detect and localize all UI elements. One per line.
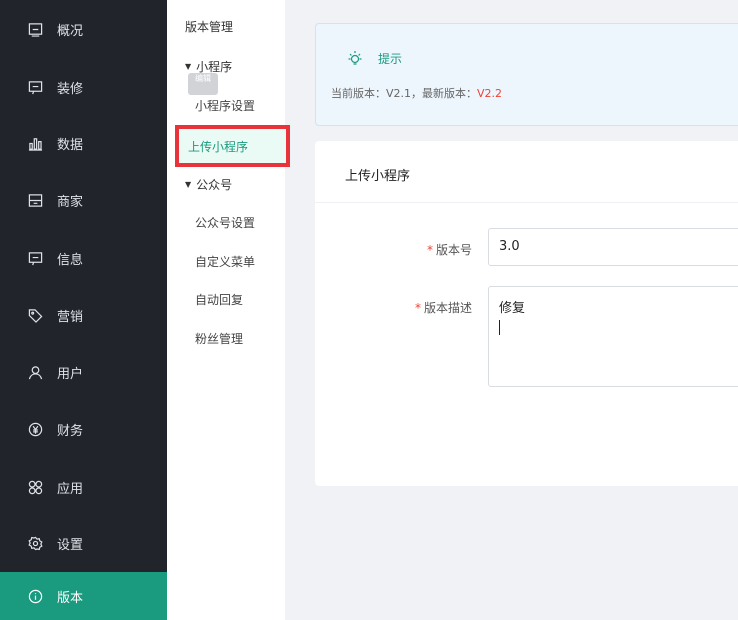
- store-icon: [27, 192, 43, 208]
- nav-item-version[interactable]: 版本: [0, 572, 167, 620]
- bar-chart-icon: [27, 135, 43, 151]
- sub-menu-title: 版本管理: [185, 20, 234, 34]
- notice-head: 提示: [346, 49, 402, 67]
- version-text: 当前版本：V2.1，最新版本：V2.2: [331, 85, 502, 101]
- desc-textarea[interactable]: 修复: [488, 286, 738, 387]
- nav-item-label: 设置: [57, 537, 84, 553]
- nav-item-merchant[interactable]: 商家: [0, 178, 167, 222]
- nav-item-settings[interactable]: 设置: [0, 521, 167, 565]
- lightbulb-icon: [348, 51, 362, 65]
- nav-item-overview[interactable]: 概况: [0, 7, 167, 51]
- sub-item-miniprogram-settings[interactable]: 小程序设置: [195, 97, 255, 114]
- nav-item-user[interactable]: 用户: [0, 350, 167, 394]
- message-icon: [27, 250, 43, 266]
- version-notice: 提示 当前版本：V2.1，最新版本：V2.2: [315, 23, 738, 126]
- sub-item-auto-reply[interactable]: 自动回复: [195, 291, 243, 308]
- caret-down-icon: ▼: [185, 180, 192, 189]
- sub-item-account-settings[interactable]: 公众号设置: [195, 214, 255, 231]
- sub-item-custom-menu[interactable]: 自定义菜单: [195, 253, 255, 270]
- edit-tooltip: 编辑: [188, 73, 218, 95]
- nav-item-label: 应用: [57, 481, 84, 497]
- desc-label: * 版本描述: [414, 301, 472, 315]
- nav-item-marketing[interactable]: 营销: [0, 293, 167, 337]
- desc-value: 修复: [499, 301, 526, 316]
- nav-item-data[interactable]: 数据: [0, 121, 167, 165]
- sub-group-official-account[interactable]: ▼ 公众号: [185, 176, 232, 193]
- user-icon: [27, 364, 43, 380]
- nav-item-message[interactable]: 信息: [0, 236, 167, 280]
- nav-item-label: 数据: [57, 137, 84, 153]
- version-label: * 版本号: [426, 243, 472, 257]
- nav-item-decorate[interactable]: 装修: [0, 65, 167, 109]
- sub-group-label: 公众号: [196, 178, 233, 192]
- nav-item-label: 装修: [57, 81, 84, 97]
- tag-icon: [27, 307, 43, 323]
- caret-down-icon: ▼: [185, 62, 192, 71]
- nav-item-label: 商家: [57, 194, 84, 210]
- latest-version: V2.2: [477, 87, 503, 100]
- sub-menu: 版本管理 ▼ 小程序 小程序设置 上传小程序 ▼ 公众号 公众号设置 自定义菜单…: [167, 0, 290, 620]
- sub-item-fans[interactable]: 粉丝管理: [195, 330, 243, 347]
- nav-item-label: 版本: [57, 590, 84, 606]
- apps-icon: [27, 479, 43, 495]
- current-version: 当前版本：V2.1，最新版本：: [331, 87, 478, 100]
- info-icon: [27, 588, 43, 604]
- nav-item-label: 概况: [57, 23, 84, 39]
- nav-item-apps[interactable]: 应用: [0, 465, 167, 509]
- nav-item-finance[interactable]: 财务: [0, 407, 167, 451]
- sub-item-label: 上传小程序: [188, 139, 249, 154]
- card-title: 上传小程序: [345, 169, 411, 184]
- chat-box-icon: [27, 79, 43, 95]
- nav-item-label: 信息: [57, 252, 84, 268]
- nav-item-label: 用户: [57, 366, 84, 382]
- main-nav: 概况 装修 数据 商家 信息 营销 用户 财务 应用 设置 版本: [0, 0, 167, 620]
- screen-icon: [27, 21, 43, 37]
- version-input[interactable]: 3.0: [488, 228, 738, 266]
- nav-item-label: 营销: [57, 309, 84, 325]
- sub-item-upload-miniprogram[interactable]: 上传小程序: [175, 125, 290, 167]
- text-cursor: [499, 320, 500, 335]
- notice-title: 提示: [378, 51, 403, 66]
- nav-item-label: 财务: [57, 423, 84, 439]
- gear-icon: [27, 535, 43, 551]
- divider: [315, 202, 738, 203]
- yen-icon: [27, 421, 43, 437]
